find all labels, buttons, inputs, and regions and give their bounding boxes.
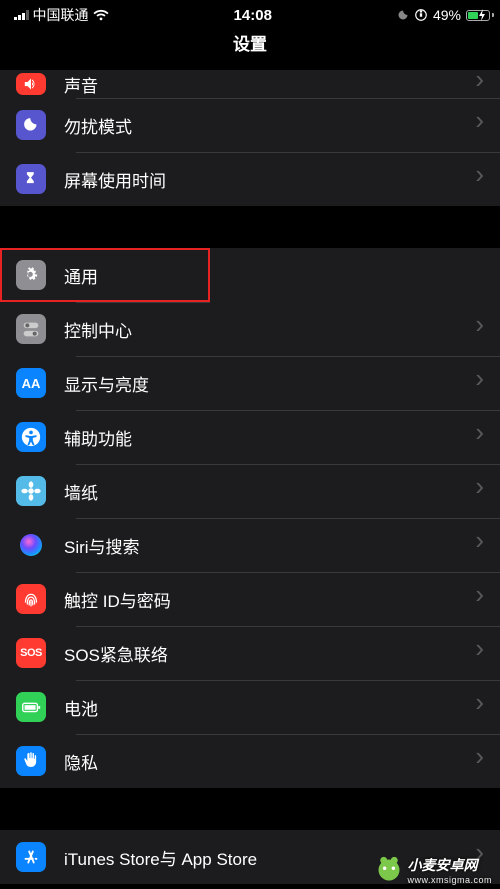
watermark-name: 小麦安卓网 xyxy=(407,857,477,873)
touchid-icon xyxy=(16,584,46,614)
chevron-right-icon xyxy=(475,590,484,608)
access-icon xyxy=(16,422,46,452)
battery-label: 电池 xyxy=(64,695,475,720)
signal-icon xyxy=(14,10,29,20)
page-title: 设置 xyxy=(233,30,267,55)
settings-list: 声音勿扰模式屏幕使用时间通用控制中心 AA 显示与亮度辅助功能墙纸 Siri与搜索触控… xyxy=(0,70,500,884)
row-touchid[interactable]: 触控 ID与密码 xyxy=(0,572,500,626)
chevron-right-icon xyxy=(475,644,484,662)
carrier-label: 中国联通 xyxy=(33,5,89,25)
display-icon: AA xyxy=(16,368,46,398)
sound-icon xyxy=(16,73,46,95)
battery-pct-label: 49% xyxy=(433,7,461,23)
row-screentime[interactable]: 屏幕使用时间 xyxy=(0,152,500,206)
watermark-url: www.xmsigma.com xyxy=(407,875,492,885)
chevron-right-icon xyxy=(475,428,484,446)
display-label: 显示与亮度 xyxy=(64,371,475,396)
page-header: 设置 xyxy=(0,30,500,70)
wallpaper-label: 墙纸 xyxy=(64,479,475,504)
status-left: 中国联通 xyxy=(14,5,109,25)
chevron-right-icon xyxy=(475,170,484,188)
row-sos[interactable]: SOS SOS紧急联络 xyxy=(0,626,500,680)
screentime-icon xyxy=(16,164,46,194)
row-control[interactable]: 控制中心 xyxy=(0,302,500,356)
time-label: 14:08 xyxy=(234,7,272,24)
status-right: 49% xyxy=(397,7,486,23)
chevron-right-icon xyxy=(475,536,484,554)
orientation-lock-icon xyxy=(414,8,428,22)
sos-label: SOS紧急联络 xyxy=(64,641,475,666)
battery-icon xyxy=(466,9,486,21)
general-icon xyxy=(16,260,46,290)
watermark: 小麦安卓网 www.xmsigma.com xyxy=(375,855,492,885)
settings-group: 声音勿扰模式屏幕使用时间 xyxy=(0,70,500,206)
row-general[interactable]: 通用 xyxy=(0,248,210,302)
privacy-label: 隐私 xyxy=(64,749,475,774)
chevron-right-icon xyxy=(475,752,484,770)
wallpaper-icon xyxy=(16,476,46,506)
privacy-icon xyxy=(16,746,46,776)
control-icon xyxy=(16,314,46,344)
chevron-right-icon xyxy=(475,698,484,716)
dnd-icon xyxy=(16,110,46,140)
chevron-right-icon xyxy=(475,75,484,93)
row-access[interactable]: 辅助功能 xyxy=(0,410,500,464)
access-label: 辅助功能 xyxy=(64,425,475,450)
sound-label: 声音 xyxy=(64,72,475,97)
wifi-icon xyxy=(93,9,109,21)
siri-icon xyxy=(16,530,46,560)
siri-label: Siri与搜索 xyxy=(64,533,475,558)
moon-icon xyxy=(397,9,409,21)
row-dnd[interactable]: 勿扰模式 xyxy=(0,98,500,152)
chevron-right-icon xyxy=(475,116,484,134)
appstore-icon xyxy=(16,842,46,872)
row-display[interactable]: AA 显示与亮度 xyxy=(0,356,500,410)
chevron-right-icon xyxy=(475,374,484,392)
status-bar: 中国联通 14:08 49% xyxy=(0,0,500,30)
watermark-logo xyxy=(375,856,403,884)
dnd-label: 勿扰模式 xyxy=(64,113,475,138)
row-sound[interactable]: 声音 xyxy=(0,70,500,98)
control-label: 控制中心 xyxy=(64,317,475,342)
general-label: 通用 xyxy=(64,263,194,288)
row-battery[interactable]: 电池 xyxy=(0,680,500,734)
screentime-label: 屏幕使用时间 xyxy=(64,167,475,192)
row-siri[interactable]: Siri与搜索 xyxy=(0,518,500,572)
row-privacy[interactable]: 隐私 xyxy=(0,734,500,788)
chevron-right-icon xyxy=(475,320,484,338)
row-wallpaper[interactable]: 墙纸 xyxy=(0,464,500,518)
touchid-label: 触控 ID与密码 xyxy=(64,587,475,612)
chevron-right-icon xyxy=(475,482,484,500)
battery-icon xyxy=(16,692,46,722)
sos-icon: SOS xyxy=(16,638,46,668)
settings-group: 通用控制中心AA显示与亮度辅助功能墙纸Siri与搜索触控 ID与密码SOSSOS… xyxy=(0,248,500,788)
